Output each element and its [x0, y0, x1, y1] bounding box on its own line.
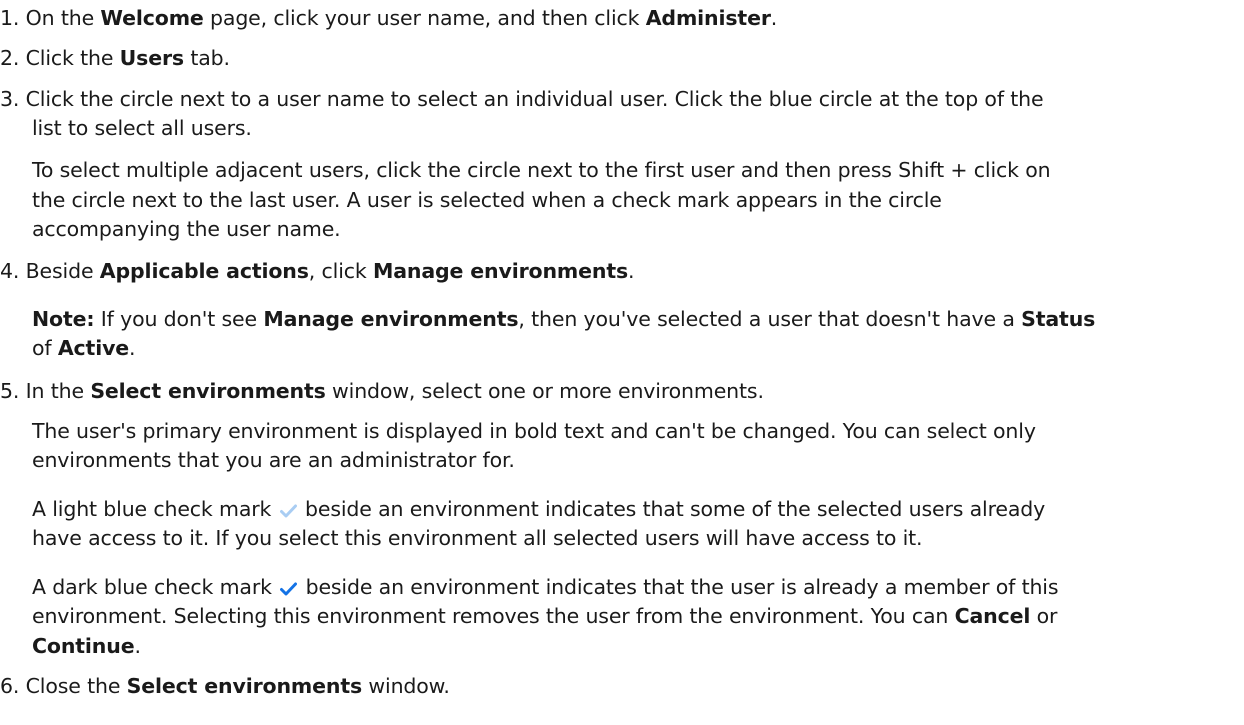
- ui-term-continue: Continue: [32, 634, 135, 658]
- paragraph-text: environments that you are an administrat…: [32, 448, 515, 472]
- step-5-paragraph-line: environment. Selecting this environment …: [32, 602, 1057, 630]
- ui-term-status: Status: [1021, 307, 1096, 331]
- step-text: list to select all users.: [32, 116, 252, 140]
- step-3-detail-line: accompanying the user name.: [32, 215, 341, 243]
- step-text: .: [770, 6, 778, 30]
- paragraph-text: A light blue check mark: [32, 497, 272, 521]
- note-text: .: [129, 336, 136, 360]
- step-text: Click the: [25, 46, 120, 70]
- dark-blue-check-icon: [280, 575, 298, 603]
- step-text: window, select one or more environments.: [325, 379, 764, 403]
- step-number: 1.: [0, 6, 20, 30]
- ui-term-cancel: Cancel: [954, 604, 1031, 628]
- note-text: , then you've selected a user that doesn…: [518, 307, 1022, 331]
- step-text: In the: [25, 379, 91, 403]
- note-text: of: [32, 336, 58, 360]
- step-number: 6.: [0, 674, 20, 698]
- step-3: 3. Click the circle next to a user name …: [0, 85, 1044, 113]
- paragraph-text: To select multiple adjacent users, click…: [32, 158, 1051, 182]
- step-text: Click the circle next to a user name to …: [25, 87, 1044, 111]
- step-text: tab.: [184, 46, 230, 70]
- paragraph-text: A dark blue check mark: [32, 575, 272, 599]
- ui-term-manage-environments: Manage environments: [263, 307, 519, 331]
- step-text: page, click your user name, and then cli…: [203, 6, 646, 30]
- ui-term-users: Users: [119, 46, 184, 70]
- light-blue-check-icon: [279, 497, 297, 525]
- step-4: 4. Beside Applicable actions, click Mana…: [0, 257, 635, 285]
- ui-term-select-environments: Select environments: [90, 379, 326, 403]
- ui-term-manage-environments: Manage environments: [372, 259, 629, 283]
- step-text: Beside: [25, 259, 100, 283]
- step-5-paragraph-line: The user's primary environment is displa…: [32, 417, 1036, 445]
- ui-term-welcome: Welcome: [100, 6, 204, 30]
- step-5-paragraph-line: A dark blue check mark beside an environ…: [32, 573, 1059, 603]
- paragraph-text: the circle next to the last user. A user…: [32, 188, 942, 212]
- step-text: .: [628, 259, 635, 283]
- step-5-paragraph-line: A light blue check mark beside an enviro…: [32, 495, 1045, 525]
- paragraph-text: or: [1030, 604, 1058, 628]
- step-3-detail-line: To select multiple adjacent users, click…: [32, 156, 1051, 184]
- ui-term-administer: Administer: [645, 6, 771, 30]
- step-6: 6. Close the Select environments window.: [0, 672, 450, 700]
- step-number: 2.: [0, 46, 20, 70]
- note-line: Note: If you don't see Manage environmen…: [32, 305, 1095, 333]
- note-line: of Active.: [32, 334, 136, 362]
- document-page: 1. On the Welcome page, click your user …: [0, 0, 1244, 725]
- paragraph-text: beside an environment indicates that the…: [305, 575, 1059, 599]
- ui-term-active: Active: [57, 336, 130, 360]
- note-text: If you don't see: [94, 307, 264, 331]
- paragraph-text: have access to it. If you select this en…: [32, 526, 923, 550]
- step-5-paragraph-line: have access to it. If you select this en…: [32, 524, 923, 552]
- paragraph-text: environment. Selecting this environment …: [32, 604, 955, 628]
- step-5-paragraph-line: environments that you are an administrat…: [32, 446, 515, 474]
- step-2: 2. Click the Users tab.: [0, 44, 230, 72]
- step-5: 5. In the Select environments window, se…: [0, 377, 764, 405]
- step-number: 4.: [0, 259, 20, 283]
- paragraph-text: beside an environment indicates that som…: [305, 497, 1046, 521]
- step-number: 3.: [0, 87, 20, 111]
- step-3-continuation: list to select all users.: [32, 114, 252, 142]
- step-text: Close the: [25, 674, 127, 698]
- step-3-detail-line: the circle next to the last user. A user…: [32, 186, 942, 214]
- paragraph-text: accompanying the user name.: [32, 217, 341, 241]
- ui-term-select-environments: Select environments: [126, 674, 363, 698]
- step-number: 5.: [0, 379, 20, 403]
- paragraph-text: The user's primary environment is displa…: [32, 419, 1036, 443]
- step-5-paragraph-line: Continue.: [32, 632, 141, 660]
- step-1: 1. On the Welcome page, click your user …: [0, 4, 777, 32]
- step-text: window.: [362, 674, 450, 698]
- step-text: On the: [25, 6, 101, 30]
- note-label: Note:: [32, 307, 95, 331]
- step-text: , click: [308, 259, 373, 283]
- ui-term-applicable-actions: Applicable actions: [99, 259, 309, 283]
- paragraph-text: .: [134, 634, 141, 658]
